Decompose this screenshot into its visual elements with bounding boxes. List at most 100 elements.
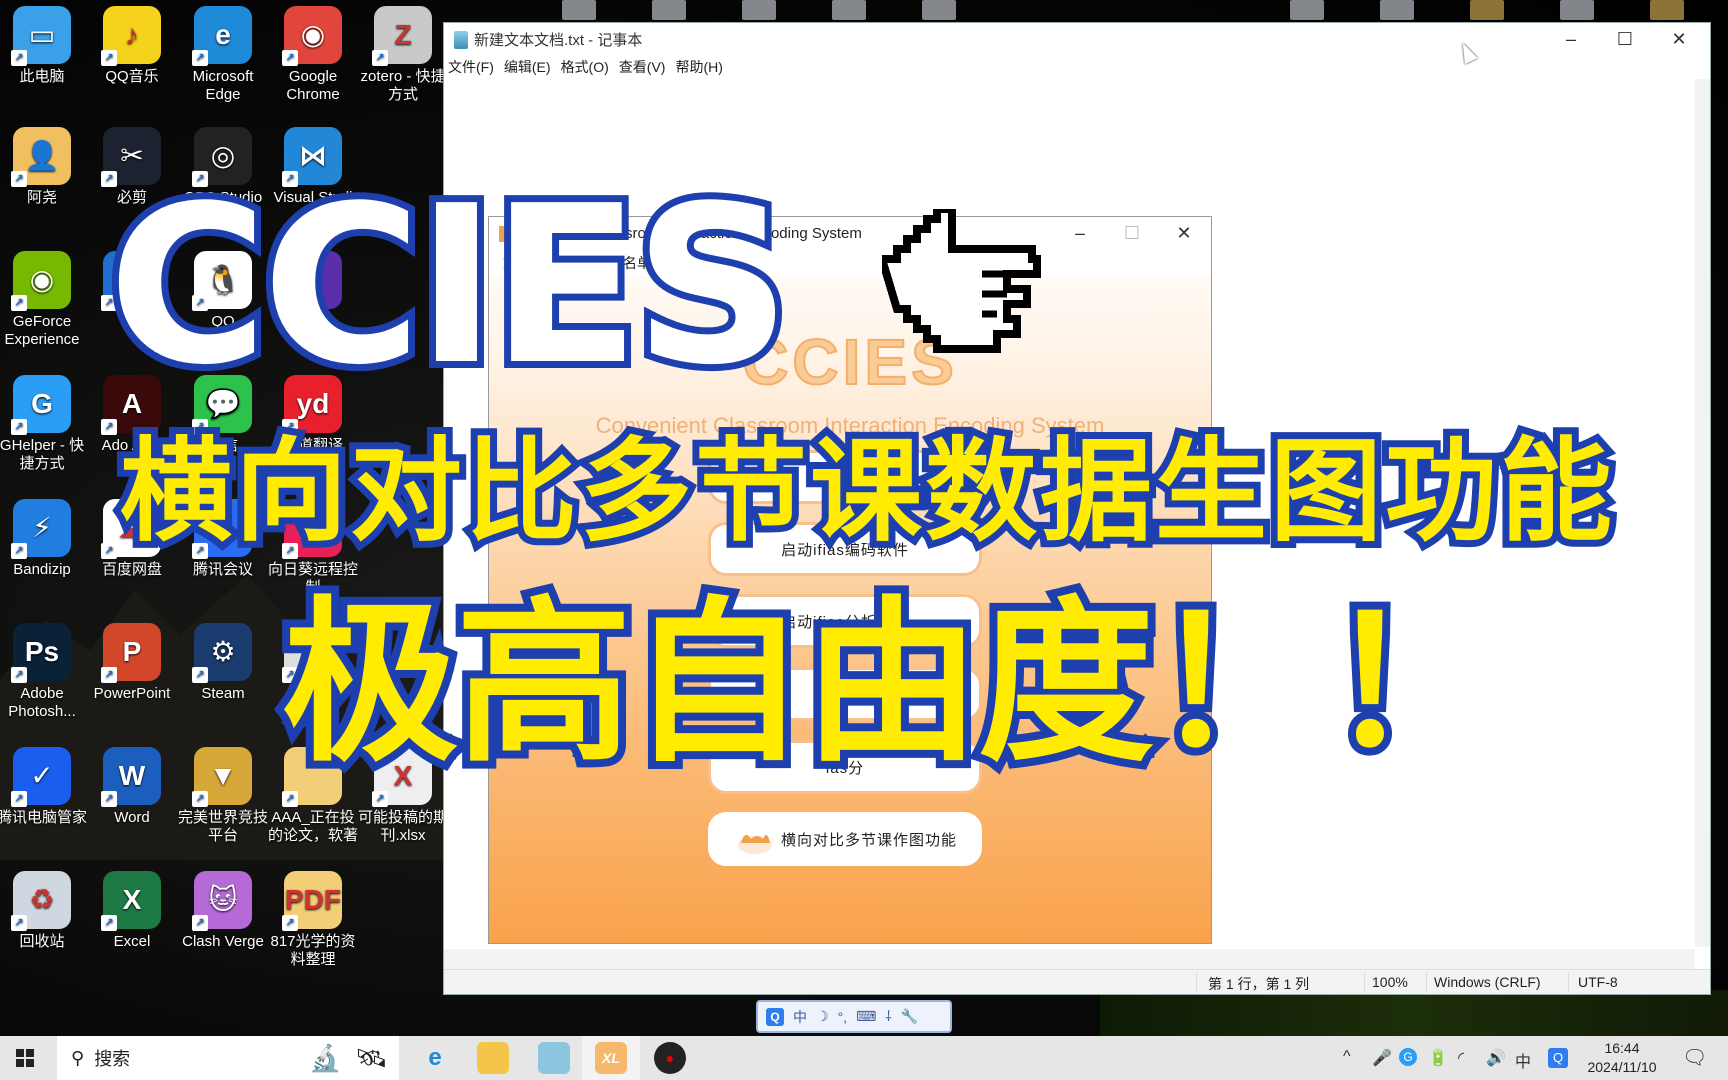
horizontal-scrollbar[interactable] (444, 949, 1695, 969)
maximize-button[interactable]: ☐ (1598, 23, 1652, 56)
desktop-icon-partial[interactable] (562, 0, 596, 20)
desktop-icon[interactable]: ♻ ↗ 回收站 (0, 871, 87, 951)
desktop-icon-partial[interactable] (1650, 0, 1684, 20)
menu-file[interactable]: 文件(F) (448, 57, 494, 77)
start-button[interactable] (16, 1049, 34, 1067)
zotero-icon: Z ↗ (372, 6, 432, 66)
shortcut-arrow-icon: ↗ (11, 419, 27, 435)
taskbar: ⚲ 搜索 🔬 🛰 e XL ● ^ 🎤 G 🔋 ◜ 🔊 中 Q 16:44 20… (0, 1036, 1728, 1080)
desktop-icon-partial[interactable] (1560, 0, 1594, 20)
tray-ghelper-icon[interactable]: G (1399, 1048, 1417, 1066)
tray-battery-icon[interactable]: 🔋 (1428, 1048, 1448, 1068)
word-icon: W ↗ (101, 747, 161, 807)
desktop-icon[interactable]: 🐱 ↗ Clash Verge (178, 871, 268, 951)
desktop-icon[interactable]: X ↗ Excel (87, 871, 177, 951)
taskbar-notepad-icon[interactable] (538, 1042, 570, 1074)
desktop-icon-label: PowerPoint (93, 685, 171, 702)
ime-punctuation-icon[interactable]: °, (838, 1009, 848, 1025)
desktop-icon-label: zotero - 快捷方式 (360, 68, 446, 103)
taskbar-search[interactable]: ⚲ 搜索 🔬 🛰 (57, 1036, 399, 1080)
notepad-title: 新建文本文档.txt - 记事本 (474, 32, 643, 49)
desktop-icon-partial[interactable] (1470, 0, 1504, 20)
line-ending: Windows (CRLF) (1434, 974, 1541, 990)
pointing-hand-icon (882, 209, 1041, 353)
desktop-icon[interactable]: ▭ ↗ 此电脑 (0, 6, 87, 86)
menu-view[interactable]: 查看(V) (619, 57, 666, 77)
computer-icon: ▭ ↗ (11, 6, 71, 66)
app-minimize-button[interactable]: – (1053, 217, 1107, 250)
corgi-icon (738, 834, 772, 854)
ime-toolbar[interactable]: Q 中 ☽ °, ⌨ ⸸ 🔧 (756, 1000, 952, 1033)
desktop-icon-partial[interactable] (652, 0, 686, 20)
ime-keyboard-icon[interactable]: ⌨ (856, 1008, 876, 1025)
desktop-icon[interactable]: ♪ ↗ QQ音乐 (87, 6, 177, 86)
desktop-icon[interactable]: ⚙ ↗ Steam (178, 623, 268, 703)
status-bar: 第 1 行，第 1 列 100% Windows (CRLF) UTF-8 (444, 969, 1710, 994)
shortcut-arrow-icon: ↗ (11, 791, 27, 807)
tray-overflow-chevron-icon[interactable]: ^ (1343, 1048, 1351, 1066)
clock[interactable]: 16:44 2024/11/10 (1582, 1039, 1662, 1077)
desktop-icon[interactable]: ⚡ ↗ Bandizip (0, 499, 87, 579)
taskbar-file-explorer-icon[interactable] (477, 1042, 509, 1074)
tray-input-language[interactable]: 中 (1515, 1048, 1531, 1072)
desktop-icon-partial[interactable] (1380, 0, 1414, 20)
ime-settings-icon[interactable]: 🔧 (901, 1008, 918, 1025)
shortcut-arrow-icon: ↗ (11, 295, 27, 311)
taskbar-xl-app-icon[interactable]: XL (595, 1042, 627, 1074)
close-button[interactable]: ✕ (1652, 23, 1706, 56)
ime-mode[interactable]: 中 (793, 1007, 807, 1027)
desktop-icon[interactable]: ✓ ↗ 腾讯电脑管家 (0, 747, 87, 827)
overlay-headline: CCIES (101, 160, 798, 413)
desktop-icon-partial[interactable] (742, 0, 776, 20)
notepad-icon (454, 30, 468, 49)
clock-date: 2024/11/10 (1587, 1059, 1657, 1075)
desktop-icon-label: Excel (113, 933, 151, 950)
desktop-icon[interactable]: PDF ↗ 817光学的资料整理 (268, 871, 358, 969)
app-maximize-button[interactable]: ☐ (1105, 217, 1159, 250)
app-close-button[interactable]: ✕ (1157, 217, 1211, 250)
vertical-scrollbar[interactable] (1695, 79, 1710, 947)
notification-center-icon[interactable]: 🗨 (1682, 1045, 1707, 1070)
desktop-icon[interactable]: ◉ ↗ Google Chrome (268, 6, 358, 104)
search-placeholder: 搜索 (94, 1049, 131, 1069)
shortcut-arrow-icon: ↗ (101, 419, 117, 435)
desktop-icon-partial[interactable] (832, 0, 866, 20)
desktop-icon-partial[interactable] (1290, 0, 1324, 20)
desktop-icon-label: 此电脑 (19, 68, 65, 85)
shortcut-arrow-icon: ↗ (282, 915, 298, 931)
shortcut-arrow-icon: ↗ (11, 50, 27, 66)
tray-ime-icon[interactable]: Q (1548, 1048, 1568, 1068)
desktop-icon[interactable]: W ↗ Word (87, 747, 177, 827)
tencent-pc-manager-icon: ✓ ↗ (11, 747, 71, 807)
desktop-icon[interactable]: e ↗ Microsoft Edge (178, 6, 268, 104)
desktop-icon[interactable]: ▼ ↗ 完美世界竞技平台 (178, 747, 268, 845)
desktop-icon[interactable]: 👤 ↗ 阿尧 (0, 127, 87, 207)
ime-toolbox-icon[interactable]: ⸸ (885, 1007, 892, 1026)
desktop-icon-label: 回收站 (19, 933, 65, 950)
desktop-icon[interactable]: ◉ ↗ GeForce Experience (0, 251, 87, 349)
search-icon: ⚲ (71, 1047, 85, 1068)
tray-wifi-icon[interactable]: ◜ (1458, 1048, 1464, 1068)
taskbar-obs-recording-icon[interactable]: ● (654, 1042, 686, 1074)
ime-halfwidth-icon[interactable]: ☽ (816, 1008, 829, 1025)
desktop-icon-partial[interactable] (922, 0, 956, 20)
minimize-button[interactable]: – (1544, 23, 1598, 56)
multi-lesson-chart-button[interactable]: 横向对比多节课作图功能 (708, 812, 982, 866)
shortcut-arrow-icon: ↗ (101, 915, 117, 931)
photoshop-icon: Ps ↗ (11, 623, 71, 683)
menu-help[interactable]: 帮助(H) (675, 57, 722, 77)
desktop-icon[interactable]: Z ↗ zotero - 快捷方式 (358, 6, 448, 104)
menu-edit[interactable]: 编辑(E) (504, 57, 551, 77)
desktop-icon-label: Word (114, 809, 150, 826)
menu-format[interactable]: 格式(O) (561, 57, 609, 77)
desktop-icon[interactable]: Ps ↗ Adobe Photosh... (0, 623, 87, 721)
tray-microphone-icon[interactable]: 🎤 (1372, 1048, 1392, 1068)
ime-logo-icon[interactable]: Q (766, 1007, 784, 1026)
desktop-icon[interactable]: P ↗ PowerPoint (87, 623, 177, 703)
taskbar-edge-icon[interactable]: e (419, 1042, 451, 1074)
desktop-icon-label: Microsoft Edge (192, 68, 254, 103)
desktop-icon[interactable]: G ↗ GHelper - 快捷方式 (0, 375, 87, 473)
tray-volume-icon[interactable]: 🔊 (1486, 1048, 1506, 1068)
overlay-line2: 极高自由度！！ (274, 581, 1510, 786)
notepad-titlebar[interactable]: 新建文本文档.txt - 记事本 (444, 23, 1710, 56)
